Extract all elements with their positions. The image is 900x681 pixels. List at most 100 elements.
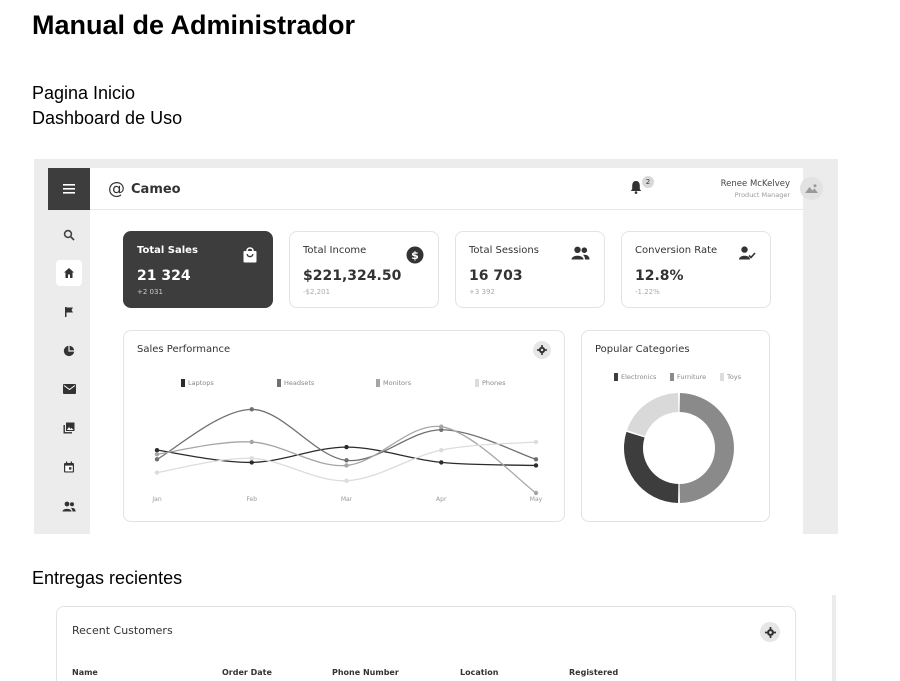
stat-card-total-income[interactable]: Total Income $221,324.50 -$2,201 $ [289, 231, 439, 308]
series-line-headsets [156, 408, 537, 462]
stat-change: -1.22% [635, 288, 660, 296]
brand-name: Cameo [131, 181, 181, 197]
column-header-name[interactable]: Name [72, 668, 98, 677]
recent-customers-screenshot: Recent Customers Name Order Date Phone N… [34, 595, 838, 681]
sidebar [48, 168, 90, 534]
stat-card-conversion-rate[interactable]: Conversion Rate 12.8% -1.22% [621, 231, 771, 308]
document-title: Manual de Administrador [32, 10, 356, 40]
image-placeholder-icon [805, 184, 818, 193]
user-role: Product Manager [734, 191, 790, 199]
stat-title: Conversion Rate [635, 245, 718, 256]
pie-chart-icon [63, 345, 75, 357]
svg-text:$: $ [411, 249, 419, 262]
bell-icon[interactable] [630, 180, 642, 194]
data-point-monitors [439, 424, 444, 429]
flag-icon [65, 307, 73, 317]
x-tick-label: Jan [151, 496, 161, 503]
dashboard-app: @ Cameo 2 Renee McKelvey Product Manager… [48, 168, 823, 534]
stat-card-total-sales[interactable]: Total Sales 21 324 +2 031 [123, 231, 273, 308]
sidebar-item-gallery[interactable] [56, 415, 82, 441]
dashboard-screenshot: @ Cameo 2 Renee McKelvey Product Manager… [34, 159, 838, 534]
stat-value: $221,324.50 [303, 268, 402, 284]
column-header-location[interactable]: Location [460, 668, 499, 677]
people-icon [62, 501, 76, 511]
stat-title: Total Sessions [469, 245, 539, 256]
donut-slice-furniture [679, 393, 734, 503]
data-point-headsets [154, 457, 160, 462]
sidebar-item-home[interactable] [56, 260, 82, 286]
x-tick-label: Feb [246, 496, 257, 503]
data-point-laptops [154, 447, 160, 453]
data-point-headsets [249, 407, 254, 412]
menu-button[interactable] [48, 168, 90, 210]
stat-value: 21 324 [137, 268, 191, 284]
sidebar-item-people[interactable] [56, 493, 82, 519]
sidebar-item-reports[interactable] [56, 338, 82, 364]
calendar-icon [64, 461, 74, 473]
section-heading-recent: Entregas recientes [32, 568, 183, 588]
x-tick-label: Mar [341, 496, 353, 503]
data-point-headsets [344, 458, 349, 463]
data-point-phones [154, 470, 160, 475]
settings-button[interactable] [760, 622, 780, 642]
sales-line-chart: Jan Feb Mar Apr May [151, 407, 543, 503]
data-point-laptops [249, 460, 254, 465]
stat-change: -$2,201 [303, 288, 331, 296]
at-icon: @ [108, 179, 125, 199]
data-point-laptops [344, 444, 349, 450]
data-point-phones [439, 447, 444, 453]
sidebar-item-calendar[interactable] [56, 454, 82, 480]
menu-icon [63, 184, 75, 194]
section-heading-dashboard: Dashboard de Uso [32, 108, 183, 128]
home-icon [64, 268, 74, 278]
stat-value: 16 703 [469, 268, 523, 284]
column-header-phone[interactable]: Phone Number [332, 668, 399, 677]
data-point-phones [344, 478, 349, 483]
stat-title: Total Income [303, 245, 367, 256]
data-point-monitors [344, 463, 349, 468]
x-tick-label: May [530, 496, 543, 503]
recent-customers-panel: Recent Customers Name Order Date Phone N… [56, 606, 796, 681]
sidebar-item-mail[interactable] [56, 376, 82, 402]
section-heading-home: Pagina Inicio [32, 83, 136, 103]
data-point-headsets [533, 457, 539, 462]
panel-title: Recent Customers [72, 624, 173, 637]
data-point-laptops [533, 463, 539, 468]
gallery-icon [63, 422, 75, 434]
sidebar-item-flag[interactable] [56, 299, 82, 325]
gear-icon [764, 626, 776, 638]
stat-title: Total Sales [137, 245, 198, 256]
donut-slice-toys [626, 393, 679, 437]
search-icon [63, 229, 75, 241]
popular-categories-panel: Popular Categories Electronics Furniture… [581, 330, 770, 522]
data-point-laptops [439, 460, 444, 465]
notification-badge: 2 [642, 176, 654, 188]
user-name: Renee McKelvey [720, 179, 790, 189]
mail-icon [62, 384, 76, 394]
data-point-monitors [533, 490, 539, 496]
dollar-icon: $ [406, 246, 424, 264]
series-line-laptops [156, 446, 537, 467]
stat-change: +3 392 [469, 288, 495, 296]
user-check-icon [739, 246, 756, 260]
avatar[interactable] [800, 177, 823, 200]
shopping-bag-icon [243, 247, 257, 263]
x-tick-label: Apr [436, 496, 447, 503]
stat-card-total-sessions[interactable]: Total Sessions 16 703 +3 392 [455, 231, 605, 308]
data-point-phones [533, 439, 539, 445]
categories-donut-chart [624, 393, 734, 503]
brand-logo[interactable]: @ Cameo [108, 179, 181, 199]
data-point-phones [249, 456, 254, 461]
stat-value: 12.8% [635, 268, 684, 284]
data-point-monitors [154, 452, 160, 457]
column-header-order-date[interactable]: Order Date [222, 668, 272, 677]
screenshot-edge [832, 595, 836, 681]
top-bar: @ Cameo 2 Renee McKelvey Product Manager [90, 168, 823, 210]
sales-performance-panel: Sales Performance Laptops Headsets Monit… [123, 330, 565, 522]
donut-slice-electronics [624, 431, 679, 503]
users-icon [571, 246, 590, 260]
data-point-monitors [249, 439, 254, 445]
stat-change: +2 031 [137, 288, 163, 296]
column-header-registered[interactable]: Registered [569, 668, 618, 677]
sidebar-item-search[interactable] [56, 222, 82, 248]
